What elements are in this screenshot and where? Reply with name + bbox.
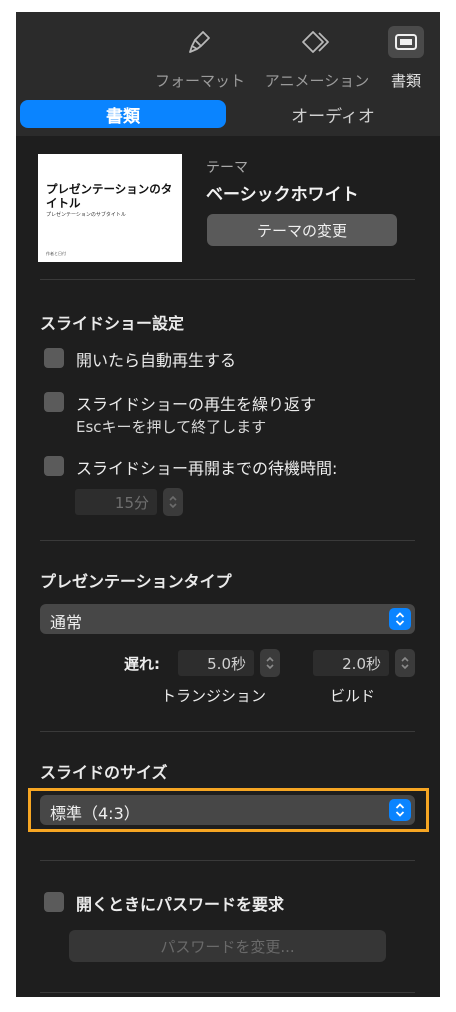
restart-wait-field[interactable]: 15分 [75, 489, 157, 515]
delay-label: 遅れ: [124, 655, 160, 673]
thumbnail-title: プレゼンテーションのタイトル [46, 182, 173, 210]
change-password-button[interactable]: パスワードを変更... [69, 930, 386, 962]
restart-wait-stepper[interactable] [163, 488, 183, 516]
slide-size-highlight-box [28, 788, 429, 832]
presentation-type-value: 通常 [50, 613, 83, 632]
restart-wait-checkbox[interactable] [44, 456, 64, 476]
transition-delay-field[interactable]: 5.0秒 [178, 650, 254, 676]
presentation-type-popup[interactable]: 通常 [40, 604, 415, 634]
loop-slideshow-checkbox[interactable] [44, 392, 64, 412]
build-caption: ビルド [330, 687, 376, 705]
slideshow-settings-title: スライドショー設定 [40, 314, 185, 333]
document-icon [388, 26, 424, 58]
stepper-arrows-icon [266, 656, 274, 670]
restart-wait-label: スライドショー再開までの待機時間: [76, 459, 338, 478]
animation-tab-label: アニメーション [264, 72, 370, 90]
paintbrush-icon [154, 22, 246, 62]
stepper-arrows-icon [169, 495, 177, 509]
transition-delay-stepper[interactable] [260, 649, 280, 677]
format-tab-button[interactable]: フォーマット [154, 22, 246, 91]
inspector-toolbar: フォーマット アニメーション 書類 [16, 12, 440, 96]
document-tab-label: 書類 [390, 72, 421, 90]
autoplay-label: 開いたら自動再生する [76, 351, 237, 370]
divider [40, 540, 415, 541]
animation-tab-button[interactable]: アニメーション [260, 22, 374, 91]
change-theme-button[interactable]: テーマの変更 [207, 214, 397, 246]
presentation-type-title: プレゼンテーションタイプ [40, 572, 232, 591]
loop-slideshow-label: スライドショーの再生を繰り返す [76, 395, 317, 414]
diamond-animation-icon [260, 22, 374, 62]
document-audio-segmented-control: 書類 オーディオ [16, 96, 440, 136]
divider [40, 279, 415, 280]
build-delay-stepper[interactable] [395, 649, 415, 677]
segment-document[interactable]: 書類 [20, 100, 226, 128]
document-inspector-panel: フォーマット アニメーション 書類 書類 オーディオ プレゼンテーションのタイト… [16, 12, 440, 997]
divider [40, 992, 415, 993]
thumbnail-footer: 作者と日付 [46, 251, 66, 256]
theme-name: ベーシックホワイト [206, 185, 359, 205]
theme-thumbnail[interactable]: プレゼンテーションのタイトル プレゼンテーションのサブタイトル 作者と日付 [38, 154, 182, 262]
divider [40, 731, 415, 732]
transition-caption: トランジション [161, 687, 267, 705]
popup-chevron-icon [389, 608, 411, 630]
segment-audio[interactable]: オーディオ [230, 100, 436, 128]
theme-label: テーマ [206, 160, 248, 176]
require-password-checkbox[interactable] [44, 892, 64, 912]
autoplay-checkbox[interactable] [44, 348, 64, 368]
build-delay-field[interactable]: 2.0秒 [313, 650, 389, 676]
loop-slideshow-sublabel: Escキーを押して終了します [76, 418, 267, 436]
require-password-label: 開くときにパスワードを要求 [76, 895, 285, 914]
slide-size-title: スライドのサイズ [40, 763, 168, 782]
stepper-arrows-icon [401, 656, 409, 670]
document-tab-button[interactable]: 書類 [384, 22, 428, 91]
thumbnail-subtitle: プレゼンテーションのサブタイトル [46, 212, 126, 218]
format-tab-label: フォーマット [154, 72, 245, 90]
divider [40, 860, 415, 861]
